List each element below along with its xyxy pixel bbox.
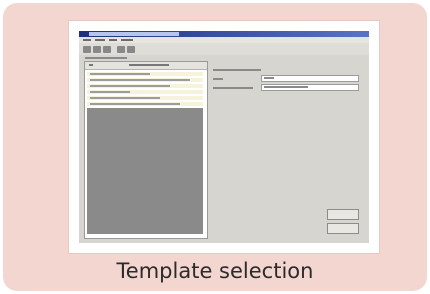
list-item[interactable] (87, 72, 203, 76)
list-item[interactable] (87, 102, 203, 106)
column-header[interactable] (129, 64, 169, 66)
field-label (213, 87, 253, 89)
template-properties-panel (213, 61, 363, 237)
help-icon[interactable] (127, 46, 135, 53)
template-preview-area (87, 108, 203, 234)
caption-text: Template selection (116, 259, 314, 283)
template-list[interactable] (84, 61, 208, 239)
window-title-text (89, 32, 179, 36)
menu-item[interactable] (109, 39, 117, 41)
list-item[interactable] (87, 78, 203, 82)
list-item[interactable] (87, 96, 203, 100)
template-list-label (85, 57, 127, 59)
print-icon[interactable] (117, 46, 125, 53)
save-icon[interactable] (103, 46, 111, 53)
field-label (213, 78, 223, 80)
list-item[interactable] (87, 90, 203, 94)
menu-item[interactable] (95, 39, 105, 41)
ok-button[interactable] (327, 209, 359, 220)
caption-card: Template selection (3, 3, 427, 291)
toolbar (79, 43, 369, 55)
properties-heading (213, 69, 261, 71)
menu-item[interactable] (83, 39, 91, 41)
new-icon[interactable] (83, 46, 91, 53)
open-icon[interactable] (93, 46, 101, 53)
list-item[interactable] (87, 84, 203, 88)
description-field[interactable] (261, 84, 359, 91)
menu-item[interactable] (121, 39, 133, 41)
template-dialog-window (79, 31, 369, 243)
column-header[interactable] (89, 64, 93, 66)
cancel-button[interactable] (327, 223, 359, 234)
template-list-header (85, 62, 207, 70)
name-field[interactable] (261, 75, 359, 82)
application-screenshot (69, 21, 379, 253)
